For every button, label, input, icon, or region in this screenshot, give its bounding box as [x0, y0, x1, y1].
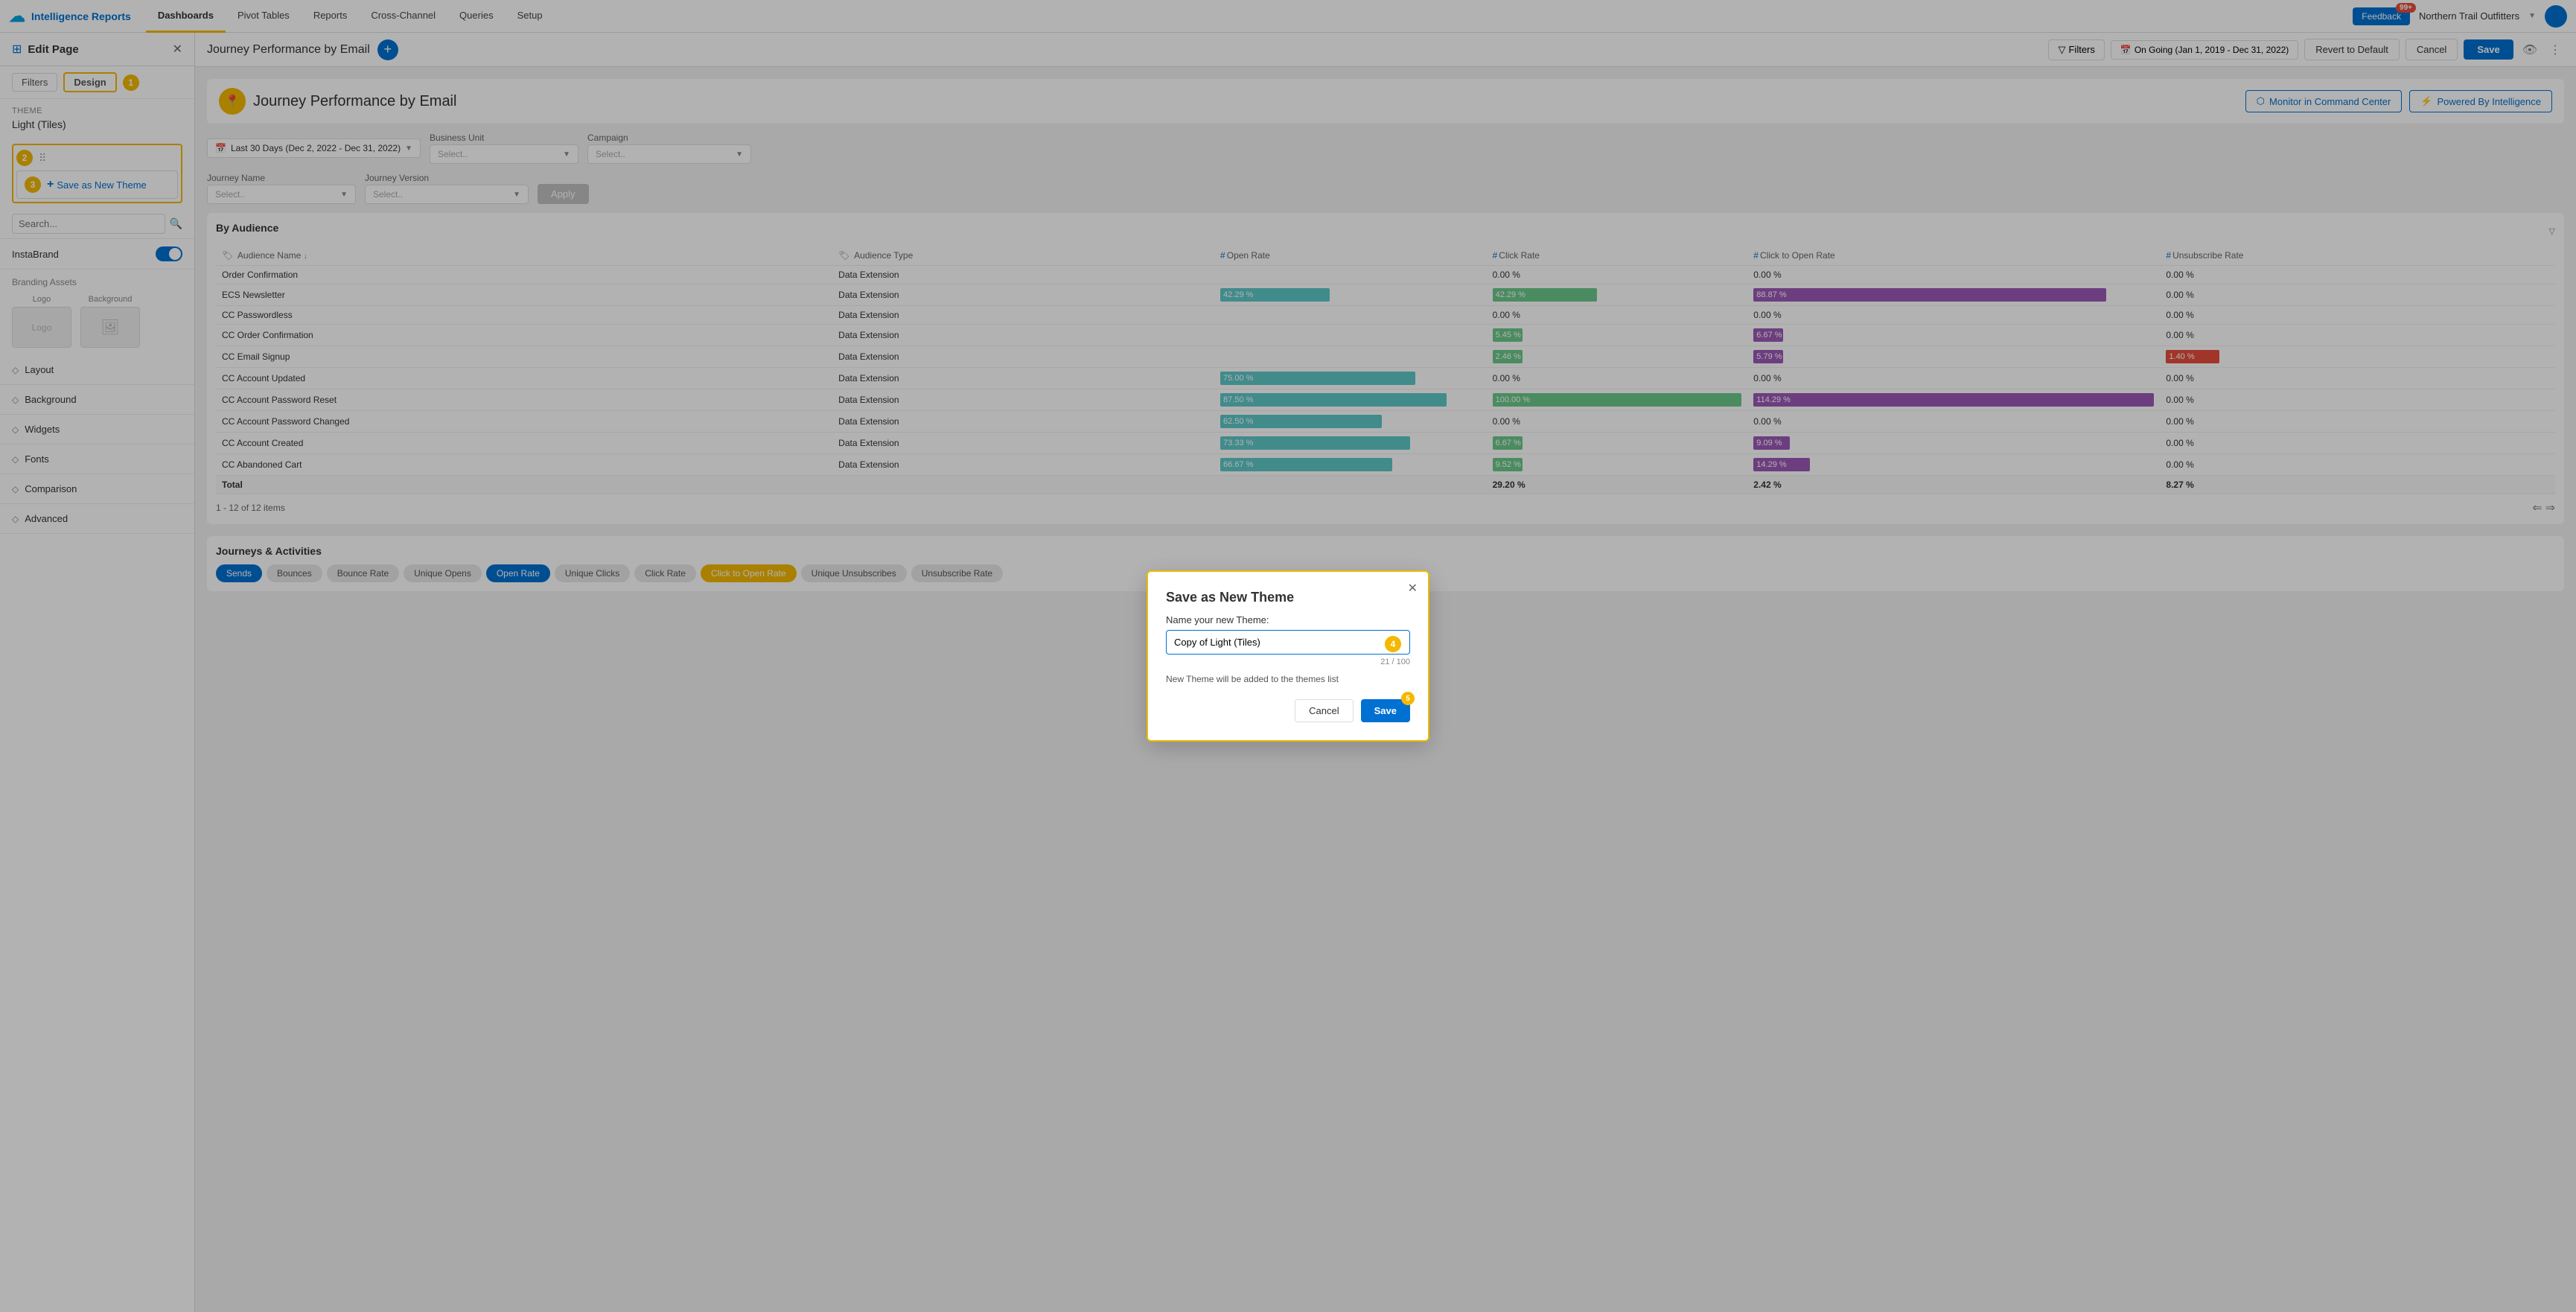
modal-save-button[interactable]: Save 5	[1361, 699, 1410, 722]
modal-title: Save as New Theme	[1166, 590, 1410, 605]
modal-theme-name-input[interactable]	[1166, 630, 1410, 655]
step-5-badge: 5	[1401, 692, 1415, 705]
modal-actions: Cancel Save 5	[1166, 699, 1410, 722]
modal-overlay: ✕ Save as New Theme Name your new Theme:…	[0, 0, 2576, 1312]
step-4-badge: 4	[1385, 636, 1401, 652]
modal-char-count: 21 / 100	[1166, 657, 1410, 666]
modal-hint: New Theme will be added to the themes li…	[1166, 674, 1410, 684]
modal-close-button[interactable]: ✕	[1408, 581, 1418, 596]
modal-label: Name your new Theme:	[1166, 614, 1410, 625]
save-as-new-theme-modal: ✕ Save as New Theme Name your new Theme:…	[1147, 570, 1429, 742]
modal-cancel-button[interactable]: Cancel	[1295, 699, 1353, 722]
